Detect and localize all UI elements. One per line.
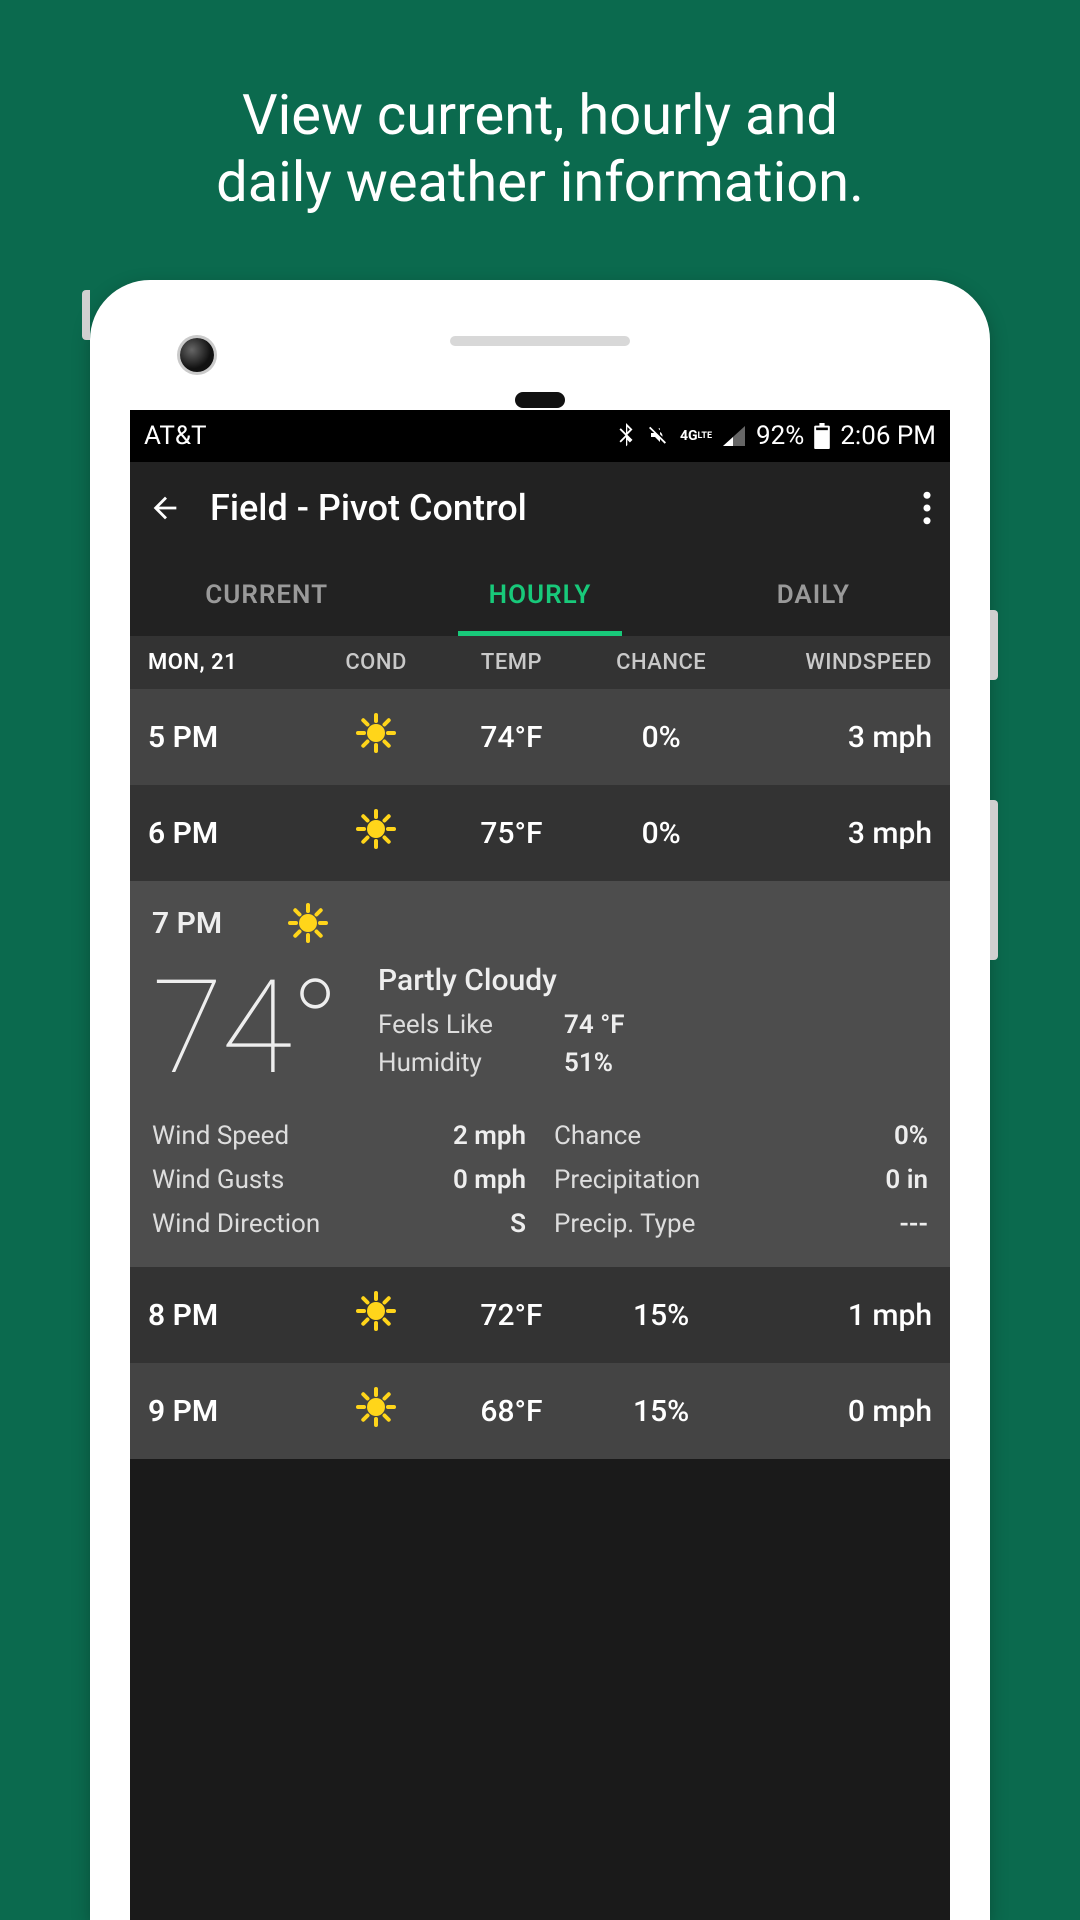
sun-icon [288, 903, 328, 943]
hour-chance: 15% [583, 1394, 740, 1429]
status-battery-pct: 92% [756, 421, 804, 451]
wind-gusts-value: 0 mph [453, 1165, 526, 1195]
chance-label: Chance [554, 1121, 641, 1151]
hour-cond [312, 1291, 440, 1339]
wind-gusts-label: Wind Gusts [152, 1165, 284, 1195]
tab-daily[interactable]: DAILY [677, 554, 950, 636]
hourly-row[interactable]: 5 PM 74°F 0% 3 mph [130, 689, 950, 785]
status-right: 4GLTE 92% 2:06 PM [616, 421, 936, 451]
hour-temp: 72°F [440, 1298, 583, 1333]
wind-dir-label: Wind Direction [152, 1209, 320, 1239]
precip-type-value: --- [899, 1209, 928, 1239]
weather-tabs: CURRENT HOURLY DAILY [130, 554, 950, 636]
feels-like-value: 74 °F [564, 1010, 625, 1040]
wind-speed-label: Wind Speed [152, 1121, 289, 1151]
hourly-header-row: MON, 21 COND TEMP CHANCE WINDSPEED [130, 636, 950, 689]
sun-icon [356, 713, 396, 753]
signal-icon [722, 425, 746, 447]
promo-line-2: daily weather information. [216, 149, 864, 215]
phone-bezel-top [130, 320, 950, 410]
hour-wind: 0 mph [740, 1394, 932, 1429]
vibrate-mute-icon [646, 424, 670, 448]
tab-hourly[interactable]: HOURLY [403, 554, 676, 636]
phone-side-button [990, 800, 998, 960]
status-bar: AT&T 4GLTE 92% 2:06 PM [130, 410, 950, 462]
sun-icon [356, 809, 396, 849]
hourly-row-expanded[interactable]: 7 PM 74° Partly Cloudy Feels Like 74 °F … [130, 881, 950, 1267]
battery-icon [814, 423, 830, 449]
humidity-label: Humidity [378, 1048, 538, 1078]
hourly-row[interactable]: 6 PM 75°F 0% 3 mph [130, 785, 950, 881]
bluetooth-icon [616, 423, 636, 449]
promo-line-1: View current, hourly and [242, 82, 838, 148]
hour-cond [312, 809, 440, 857]
hour-temp: 75°F [440, 816, 583, 851]
phone-camera [180, 338, 214, 372]
hour-chance: 0% [583, 720, 740, 755]
hour-cond [312, 713, 440, 761]
hour-wind: 3 mph [740, 816, 932, 851]
wind-speed-value: 2 mph [453, 1121, 526, 1151]
hour-cond [312, 1387, 440, 1435]
header-wind: WINDSPEED [740, 650, 932, 675]
hour-time: 9 PM [148, 1394, 312, 1429]
expanded-summary: Partly Cloudy [378, 963, 625, 998]
overflow-menu-icon[interactable] [922, 491, 932, 525]
precip-value: 0 in [885, 1165, 928, 1195]
app-title: Field - Pivot Control [210, 487, 527, 529]
app-bar: Field - Pivot Control [130, 462, 950, 554]
hourly-row[interactable]: 9 PM 68°F 15% 0 mph [130, 1363, 950, 1459]
phone-side-button [990, 610, 998, 680]
network-icon: 4GLTE [680, 430, 712, 442]
hour-time: 8 PM [148, 1298, 312, 1333]
status-carrier: AT&T [144, 421, 207, 451]
hour-chance: 0% [583, 816, 740, 851]
header-cond: COND [312, 650, 440, 675]
precip-label: Precipitation [554, 1165, 700, 1195]
hour-time: 6 PM [148, 816, 312, 851]
humidity-value: 51% [564, 1048, 613, 1078]
promo-headline: View current, hourly and daily weather i… [0, 0, 1080, 216]
phone-speaker [450, 336, 630, 346]
chance-value: 0% [894, 1121, 928, 1151]
phone-screen: AT&T 4GLTE 92% 2:06 PM [130, 410, 950, 1920]
feels-like-label: Feels Like [378, 1010, 538, 1040]
precip-type-label: Precip. Type [554, 1209, 695, 1239]
hour-temp: 68°F [440, 1394, 583, 1429]
hour-time: 7 PM [152, 906, 252, 941]
expanded-big-temp: 74° [152, 963, 338, 1093]
header-temp: TEMP [440, 650, 583, 675]
back-icon[interactable] [148, 491, 182, 525]
status-clock: 2:06 PM [840, 421, 936, 451]
hour-temp: 74°F [440, 720, 583, 755]
wind-dir-value: S [510, 1209, 526, 1239]
hourly-row[interactable]: 8 PM 72°F 15% 1 mph [130, 1267, 950, 1363]
hour-time: 5 PM [148, 720, 312, 755]
sun-icon [356, 1291, 396, 1331]
hour-wind: 3 mph [740, 720, 932, 755]
phone-frame: AT&T 4GLTE 92% 2:06 PM [90, 280, 990, 1920]
header-date: MON, 21 [148, 650, 312, 675]
phone-side-button [82, 290, 90, 340]
hour-wind: 1 mph [740, 1298, 932, 1333]
hour-chance: 15% [583, 1298, 740, 1333]
sun-icon [356, 1387, 396, 1427]
tab-current[interactable]: CURRENT [130, 554, 403, 636]
header-chance: CHANCE [583, 650, 740, 675]
phone-sensor [515, 392, 565, 408]
